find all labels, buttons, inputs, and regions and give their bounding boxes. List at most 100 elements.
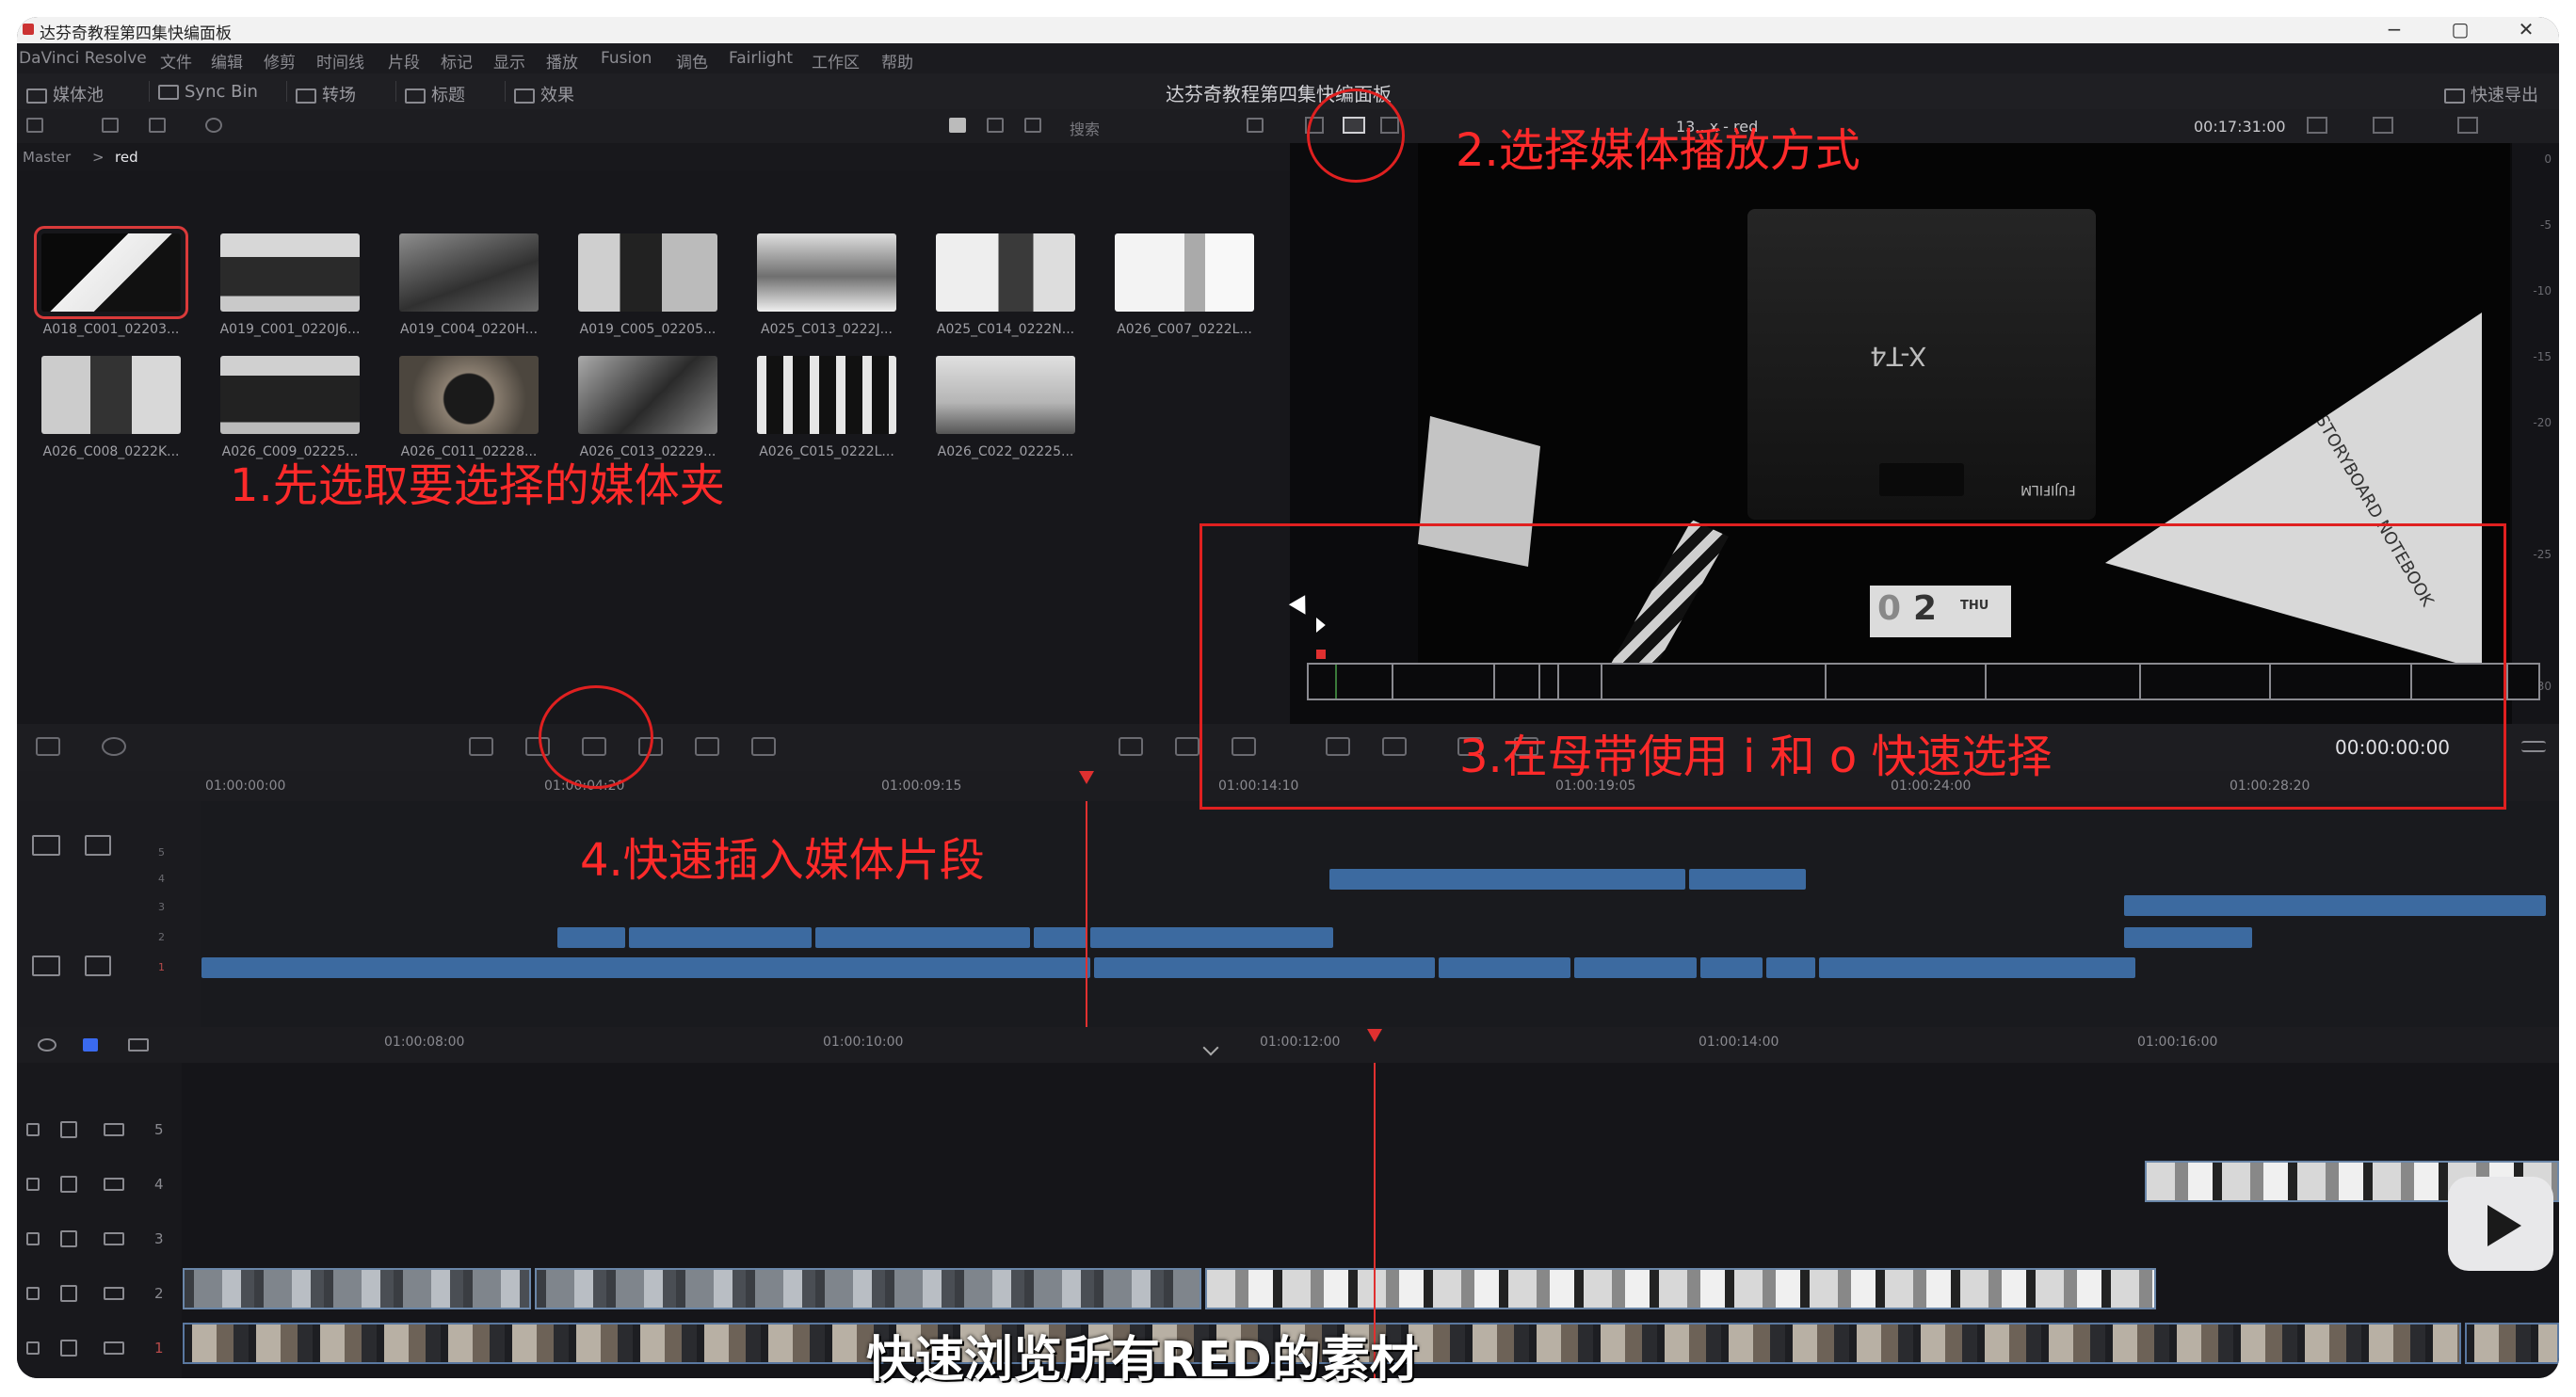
place-on-top-icon[interactable] bbox=[695, 737, 719, 756]
lock-icon[interactable] bbox=[26, 1178, 40, 1191]
speaker-icon[interactable] bbox=[60, 1340, 77, 1357]
fullscreen-toggle-icon[interactable] bbox=[1119, 737, 1143, 756]
timeline-clip[interactable] bbox=[629, 927, 812, 948]
sync-bin-tab[interactable]: Sync Bin bbox=[158, 82, 258, 102]
quick-export-button[interactable]: 快速导出 bbox=[2444, 82, 2538, 106]
speaker-icon[interactable] bbox=[60, 1121, 77, 1138]
list-view-icon[interactable] bbox=[1024, 118, 1041, 133]
timeline-clip[interactable] bbox=[1439, 957, 1570, 978]
video-track-icon[interactable] bbox=[104, 1123, 124, 1136]
maximize-button[interactable]: ▢ bbox=[2427, 17, 2493, 43]
timeline-clip[interactable] bbox=[815, 927, 1030, 948]
speaker-icon[interactable] bbox=[60, 1176, 77, 1193]
bin-icon[interactable] bbox=[149, 118, 166, 133]
audio-tool-icon[interactable] bbox=[32, 955, 60, 976]
menu-timeline[interactable]: 时间线 bbox=[316, 49, 364, 72]
timeline-clip[interactable] bbox=[1094, 957, 1435, 978]
clip-thumbnail[interactable] bbox=[578, 356, 717, 434]
timeline-clip[interactable] bbox=[201, 957, 1090, 978]
clip-thumbnail[interactable] bbox=[936, 356, 1075, 434]
speaker-icon[interactable] bbox=[60, 1285, 77, 1302]
audio-trim-icon[interactable] bbox=[85, 955, 111, 976]
close-button[interactable]: ✕ bbox=[2493, 17, 2559, 43]
lock-icon[interactable] bbox=[26, 1341, 40, 1355]
menu-help[interactable]: 帮助 bbox=[881, 49, 913, 72]
menu-trim[interactable]: 修剪 bbox=[264, 49, 296, 72]
link-icon[interactable] bbox=[38, 1038, 56, 1052]
filmstrip-clip[interactable] bbox=[183, 1268, 531, 1309]
timeline-clip[interactable] bbox=[1574, 957, 1697, 978]
clip-thumbnail[interactable] bbox=[1115, 233, 1254, 312]
timeline-clip[interactable] bbox=[2124, 927, 2252, 948]
chevron-down-icon[interactable] bbox=[1202, 1039, 1219, 1056]
menu-view[interactable]: 显示 bbox=[493, 49, 525, 72]
panel-toggle-icon[interactable] bbox=[26, 118, 43, 133]
fullscreen-icon[interactable] bbox=[2457, 117, 2478, 134]
timeline-clip[interactable] bbox=[1700, 957, 1763, 978]
minimize-button[interactable]: − bbox=[2361, 17, 2427, 43]
search-label[interactable]: 搜索 bbox=[1070, 117, 1100, 139]
refresh-icon[interactable] bbox=[205, 118, 222, 133]
timeline-clip[interactable] bbox=[1819, 957, 2135, 978]
scissors-icon[interactable] bbox=[102, 737, 126, 756]
media-pool-tab[interactable]: 媒体池 bbox=[26, 82, 104, 106]
safe-area-icon[interactable] bbox=[2307, 117, 2327, 134]
clip-thumbnail[interactable] bbox=[220, 233, 360, 312]
clip-thumbnail[interactable] bbox=[220, 356, 360, 434]
clip-thumbnail[interactable] bbox=[936, 233, 1075, 312]
snap-icon[interactable] bbox=[36, 737, 60, 756]
clip-thumbnail[interactable] bbox=[34, 226, 188, 319]
video-track-icon[interactable] bbox=[104, 1341, 124, 1355]
menu-fusion[interactable]: Fusion bbox=[601, 49, 652, 68]
import-icon[interactable] bbox=[102, 118, 119, 133]
lower-playhead-handle[interactable] bbox=[1367, 1029, 1382, 1042]
menu-fairlight[interactable]: Fairlight bbox=[729, 49, 793, 68]
menu-edit[interactable]: 编辑 bbox=[211, 49, 243, 72]
menu-playback[interactable]: 播放 bbox=[546, 49, 578, 72]
effects-tab[interactable]: 效果 bbox=[514, 82, 574, 106]
menu-clip[interactable]: 片段 bbox=[388, 49, 420, 72]
titles-tab[interactable]: 标题 bbox=[405, 82, 465, 106]
video-track-icon[interactable] bbox=[104, 1232, 124, 1245]
video-track-icon[interactable] bbox=[104, 1178, 124, 1191]
upper-playhead-handle[interactable] bbox=[1079, 771, 1094, 784]
upper-playhead[interactable] bbox=[1086, 801, 1087, 1027]
timeline-clip[interactable] bbox=[2124, 895, 2546, 916]
clip-thumbnail[interactable] bbox=[757, 356, 896, 434]
clip-thumbnail[interactable] bbox=[399, 233, 539, 312]
filmstrip-clip[interactable] bbox=[535, 1268, 1201, 1309]
timeline-clip[interactable] bbox=[557, 927, 625, 948]
lock-icon[interactable] bbox=[26, 1232, 40, 1245]
source-overwrite-icon[interactable] bbox=[751, 737, 776, 756]
smart-insert-icon[interactable] bbox=[469, 737, 493, 756]
clip-thumbnail[interactable] bbox=[41, 356, 181, 434]
menu-workspace[interactable]: 工作区 bbox=[812, 49, 860, 72]
view-toggle-icon[interactable] bbox=[1175, 737, 1199, 756]
lower-timeline-ruler[interactable]: 01:00:08:00 01:00:10:00 01:00:12:00 01:0… bbox=[17, 1027, 2559, 1063]
menu-mark[interactable]: 标记 bbox=[441, 49, 473, 72]
display-options-icon[interactable] bbox=[2373, 117, 2393, 134]
clip-thumbnail[interactable] bbox=[578, 233, 717, 312]
filmstrip-clip[interactable] bbox=[1205, 1268, 2156, 1309]
menu-color[interactable]: 调色 bbox=[676, 49, 708, 72]
filmstrip-clip[interactable] bbox=[2465, 1323, 2559, 1364]
timeline-clip[interactable] bbox=[1766, 957, 1815, 978]
marker-icon[interactable] bbox=[128, 1038, 149, 1052]
menu-file[interactable]: 文件 bbox=[160, 49, 192, 72]
sort-icon[interactable] bbox=[1247, 118, 1264, 133]
lock-icon[interactable] bbox=[26, 1287, 40, 1300]
timeline-clip[interactable] bbox=[1034, 927, 1087, 948]
video-track-icon[interactable] bbox=[104, 1287, 124, 1300]
strip-view-icon[interactable] bbox=[987, 118, 1004, 133]
lock-icon[interactable] bbox=[26, 1123, 40, 1136]
transitions-tab[interactable]: 转场 bbox=[296, 82, 356, 106]
clip-thumbnail[interactable] bbox=[399, 356, 539, 434]
breadcrumb-root[interactable]: Master bbox=[23, 149, 71, 166]
speaker-icon[interactable] bbox=[60, 1230, 77, 1247]
menu-davinci[interactable]: DaVinci Resolve bbox=[19, 49, 147, 68]
breadcrumb-current[interactable]: red bbox=[115, 149, 138, 166]
timeline-clip[interactable] bbox=[1689, 869, 1806, 890]
menu-icon[interactable] bbox=[2521, 741, 2546, 752]
text-tool-icon[interactable] bbox=[32, 835, 60, 856]
grid-view-icon[interactable] bbox=[949, 118, 966, 133]
